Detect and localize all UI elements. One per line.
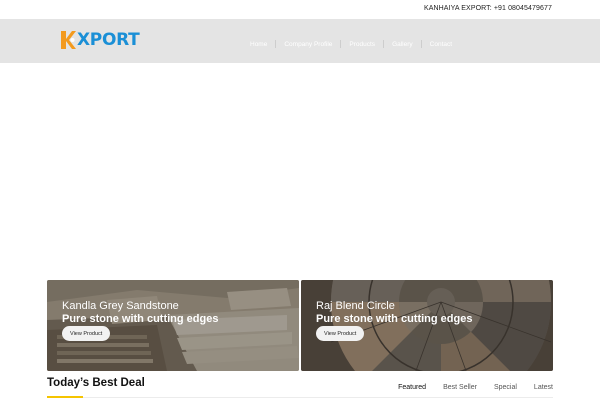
- nav-divider: [420, 40, 422, 48]
- view-product-button[interactable]: View Product: [62, 326, 111, 341]
- nav-home[interactable]: Home: [250, 41, 267, 48]
- best-deal-section: Today’s Best Deal Featured Best Seller S…: [47, 376, 553, 400]
- banner-tagline: Pure stone with cutting edges: [316, 313, 473, 325]
- nav-contact[interactable]: Contact: [430, 41, 452, 48]
- site-logo[interactable]: XPORT: [61, 29, 140, 51]
- product-banners: Kandla Grey Sandstone Pure stone with cu…: [47, 280, 553, 371]
- nav-divider: [340, 40, 342, 48]
- contact-phone-text: KANHAIYA EXPORT: +91 08045479677: [423, 5, 552, 12]
- nav-gallery[interactable]: Gallery: [392, 41, 413, 48]
- logo-k-icon: [61, 30, 76, 50]
- section-heading: Today’s Best Deal: [47, 377, 145, 389]
- tab-latest[interactable]: Latest: [534, 384, 553, 391]
- heading-accent-bar: [47, 396, 83, 398]
- banner-raj-blend-circle[interactable]: Raj Blend Circle Pure stone with cutting…: [301, 280, 553, 371]
- main-nav: Home Company Profile Products Gallery Co…: [250, 38, 452, 50]
- nav-company-profile[interactable]: Company Profile: [284, 41, 332, 48]
- site-header: XPORT Home Company Profile Products Gall…: [0, 19, 600, 63]
- banner-tagline: Pure stone with cutting edges: [62, 313, 219, 325]
- tab-special[interactable]: Special: [494, 384, 517, 391]
- section-divider: [47, 397, 553, 398]
- view-product-button[interactable]: View Product: [316, 326, 365, 341]
- hero-slider-area: [0, 63, 600, 279]
- tab-featured[interactable]: Featured: [398, 384, 426, 391]
- banner-title: Kandla Grey Sandstone: [62, 300, 179, 312]
- deal-tabs: Featured Best Seller Special Latest: [398, 384, 553, 391]
- nav-products[interactable]: Products: [349, 41, 375, 48]
- nav-divider: [275, 40, 277, 48]
- top-contact-bar: KANHAIYA EXPORT: +91 08045479677: [0, 0, 600, 19]
- nav-divider: [383, 40, 385, 48]
- banner-kandla-grey-sandstone[interactable]: Kandla Grey Sandstone Pure stone with cu…: [47, 280, 299, 371]
- tab-best-seller[interactable]: Best Seller: [443, 384, 477, 391]
- banner-title: Raj Blend Circle: [316, 300, 395, 312]
- logo-wordmark: XPORT: [77, 29, 140, 50]
